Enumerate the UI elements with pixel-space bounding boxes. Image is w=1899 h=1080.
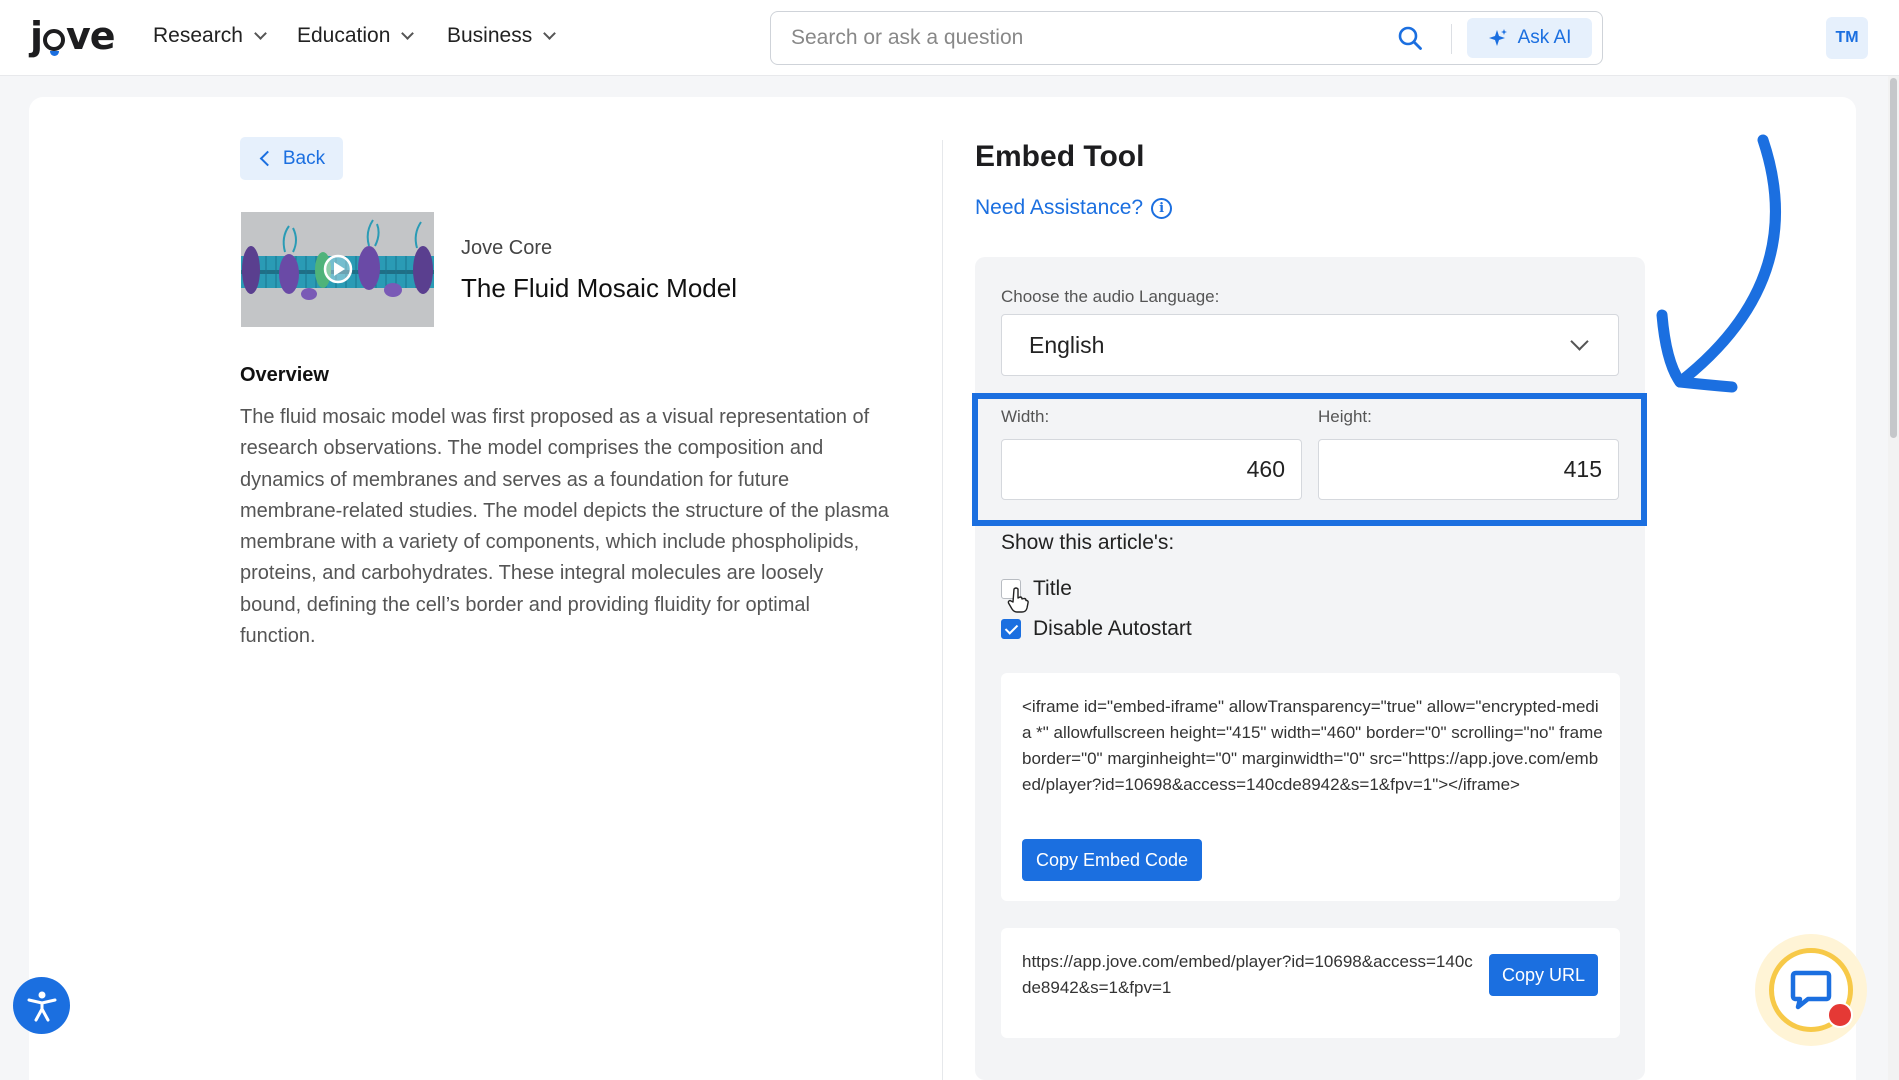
chevron-down-icon: [1570, 332, 1589, 351]
annotation-arrow-icon: [1656, 134, 1781, 393]
user-avatar[interactable]: TM: [1826, 17, 1868, 59]
search-icon[interactable]: [1397, 25, 1423, 51]
page-scrollbar[interactable]: [1888, 76, 1899, 1080]
nav-education[interactable]: Education: [297, 24, 415, 48]
column-divider: [942, 140, 943, 1080]
article-title: The Fluid Mosaic Model: [461, 273, 737, 303]
nav-education-label: Education: [297, 24, 391, 47]
membrane-illustration: [241, 212, 434, 327]
embed-tool-title: Embed Tool: [975, 140, 1145, 173]
chat-bubble-icon: [1790, 970, 1832, 1010]
jove-logo[interactable]: j ve: [30, 14, 116, 58]
ask-ai-button[interactable]: Ask AI: [1467, 18, 1592, 58]
copy-url-button[interactable]: Copy URL: [1489, 954, 1598, 996]
sparkle-icon: [1488, 29, 1507, 46]
series-label: Jove Core: [461, 237, 553, 259]
overview-text: The fluid mosaic model was first propose…: [240, 406, 889, 648]
embed-url-text[interactable]: https://app.jove.com/embed/player?id=106…: [1022, 949, 1482, 1001]
embed-code-text[interactable]: <iframe id="embed-iframe" allowTranspare…: [1022, 694, 1607, 798]
nav-research-label: Research: [153, 24, 243, 47]
title-checkbox-label: Title: [1033, 577, 1072, 600]
search-divider: [1451, 24, 1452, 54]
disable-autostart-label: Disable Autostart: [1033, 617, 1192, 640]
search-input[interactable]: [791, 24, 1371, 52]
audio-language-label: Choose the audio Language:: [1001, 287, 1220, 306]
dimensions-highlight-box: [972, 393, 1647, 526]
need-assistance-label: Need Assistance?: [975, 196, 1144, 219]
accessibility-button[interactable]: [13, 977, 70, 1034]
need-assistance-link[interactable]: Need Assistance? i: [975, 196, 1173, 220]
show-article-label: Show this article's:: [1001, 531, 1175, 554]
video-thumbnail[interactable]: [241, 212, 434, 327]
ask-ai-label: Ask AI: [1517, 27, 1572, 48]
disable-autostart-row[interactable]: Disable Autostart: [1001, 617, 1192, 641]
chevron-down-icon: [254, 26, 267, 40]
accessibility-icon: [27, 991, 56, 1021]
disable-autostart-checkbox[interactable]: [1001, 619, 1021, 639]
top-navigation-bar: jve Research Education Business Ask AI T…: [0, 0, 1899, 76]
nav-business[interactable]: Business: [447, 24, 557, 48]
info-icon: i: [1151, 197, 1173, 219]
audio-language-value: English: [1029, 332, 1105, 358]
back-button[interactable]: Back: [240, 137, 343, 180]
hand-cursor-icon: [1007, 587, 1029, 613]
nav-research[interactable]: Research: [153, 24, 267, 48]
search-bar: Ask AI: [770, 11, 1603, 65]
chevron-down-icon: [543, 26, 557, 40]
chevron-down-icon: [401, 26, 415, 40]
scrollbar-thumb[interactable]: [1890, 78, 1897, 438]
chat-widget-button[interactable]: [1755, 934, 1867, 1046]
nav-business-label: Business: [447, 24, 533, 47]
notification-dot: [1827, 1002, 1853, 1028]
chevron-left-icon: [259, 150, 276, 167]
copy-embed-code-button[interactable]: Copy Embed Code: [1022, 839, 1202, 881]
back-label: Back: [282, 147, 326, 169]
audio-language-select[interactable]: English: [1001, 314, 1619, 376]
overview-heading: Overview: [240, 364, 329, 386]
